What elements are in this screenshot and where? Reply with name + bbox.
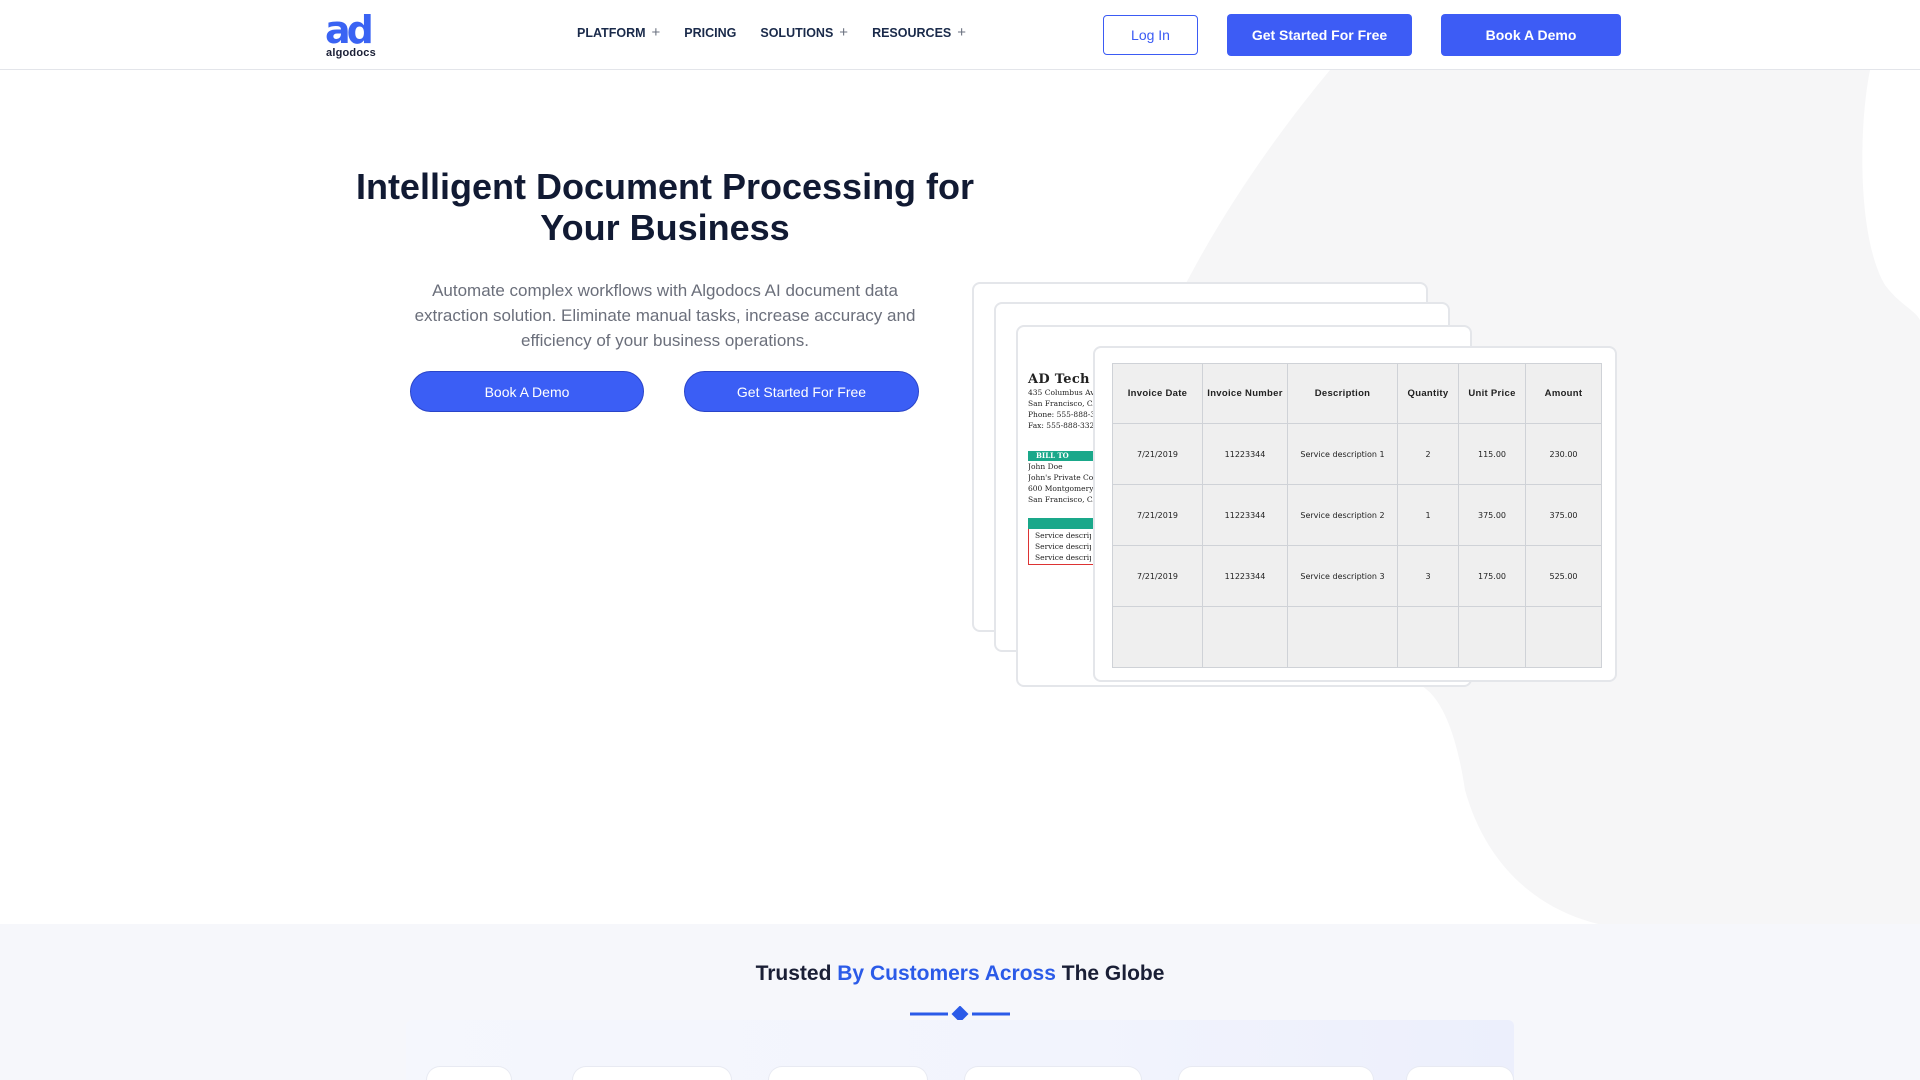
- table-cell: Service description 3: [1287, 545, 1398, 607]
- column-header: Invoice Number: [1202, 363, 1288, 424]
- table-cell: 7/21/2019: [1112, 545, 1203, 607]
- trusted-section: Trusted By Customers Across The Globe: [0, 924, 1920, 1080]
- main-nav: PLATFORM + PRICING SOLUTIONS + RESOURCES…: [577, 24, 990, 41]
- table-cell: 3: [1397, 545, 1459, 607]
- table-row: [1112, 606, 1602, 668]
- invoice-bill-to-label: BILL TO: [1028, 451, 1098, 461]
- table-cell: 7/21/2019: [1112, 423, 1203, 485]
- customer-logo-card: [964, 1066, 1142, 1080]
- trusted-heading-part: The Globe: [1055, 962, 1165, 985]
- get-started-button[interactable]: Get Started For Free: [1227, 14, 1412, 56]
- hero-title: Intelligent Document Processing for Your…: [355, 166, 975, 248]
- extracted-data-table: Invoice Date Invoice Number Description …: [1112, 363, 1602, 668]
- table-cell: Service description 2: [1287, 484, 1398, 546]
- nav-item-resources[interactable]: RESOURCES +: [872, 24, 967, 41]
- table-cell: 11223344: [1202, 423, 1288, 485]
- nav-item-label: SOLUTIONS: [760, 26, 834, 40]
- table-cell: [1397, 606, 1459, 668]
- table-row: 7/21/2019 11223344 Service description 1…: [1112, 423, 1602, 485]
- login-button[interactable]: Log In: [1103, 15, 1198, 55]
- column-header: Unit Price: [1458, 363, 1526, 424]
- table-cell: 525.00: [1525, 545, 1602, 607]
- customer-logo-card: [1178, 1066, 1374, 1080]
- trusted-heading-part: Trusted: [755, 962, 838, 985]
- invoice-service-line: Service description 1: [1035, 531, 1091, 540]
- hero-subtitle: Automate complex workflows with Algodocs…: [414, 281, 916, 350]
- table-cell: 2: [1397, 423, 1459, 485]
- table-cell: [1112, 606, 1203, 668]
- nav-item-pricing[interactable]: PRICING: [684, 26, 736, 40]
- column-header: Invoice Date: [1112, 363, 1203, 424]
- site-header: ad algodocs PLATFORM + PRICING SOLUTIONS…: [0, 0, 1920, 70]
- plus-icon: +: [651, 24, 661, 41]
- nav-item-platform[interactable]: PLATFORM +: [577, 24, 661, 41]
- table-cell: 375.00: [1525, 484, 1602, 546]
- table-cell: 175.00: [1458, 545, 1526, 607]
- invoice-highlight-box: Service description 1 Service descriptio…: [1028, 529, 1098, 565]
- customer-logos-strip: [406, 1020, 1514, 1080]
- table-cell: 1: [1397, 484, 1459, 546]
- table-cell: 11223344: [1202, 545, 1288, 607]
- table-cell: 230.00: [1525, 423, 1602, 485]
- customer-logo-card: [426, 1066, 512, 1080]
- nav-item-solutions[interactable]: SOLUTIONS +: [760, 24, 849, 41]
- customer-logo-card: [572, 1066, 732, 1080]
- table-cell: 7/21/2019: [1112, 484, 1203, 546]
- plus-icon: +: [839, 24, 849, 41]
- customer-logo-card: [768, 1066, 928, 1080]
- invoice-service-line: Service description 2: [1035, 542, 1091, 551]
- table-cell: [1202, 606, 1288, 668]
- extracted-data-card: Invoice Date Invoice Number Description …: [1093, 346, 1617, 682]
- nav-item-label: PRICING: [684, 26, 737, 40]
- table-cell: [1525, 606, 1602, 668]
- invoice-service-line: Service description 3: [1035, 553, 1091, 562]
- table-cell: 375.00: [1458, 484, 1526, 546]
- hero-get-started-button[interactable]: Get Started For Free: [684, 371, 919, 412]
- plus-icon: +: [957, 24, 967, 41]
- trusted-heading-highlight: By Customers Across: [837, 962, 1056, 985]
- column-header: Quantity: [1397, 363, 1459, 424]
- logo-text: algodocs: [326, 47, 376, 59]
- table-cell: Service description 1: [1287, 423, 1398, 485]
- book-demo-button[interactable]: Book A Demo: [1441, 14, 1621, 56]
- table-header-row: Invoice Date Invoice Number Description …: [1112, 363, 1602, 424]
- customer-logo-card: [1406, 1066, 1514, 1080]
- table-cell: [1287, 606, 1398, 668]
- nav-item-label: RESOURCES: [872, 26, 952, 40]
- table-row: 7/21/2019 11223344 Service description 2…: [1112, 484, 1602, 546]
- algodocs-logo[interactable]: ad algodocs: [325, 8, 381, 60]
- column-header: Description: [1287, 363, 1398, 424]
- table-cell: 11223344: [1202, 484, 1288, 546]
- trusted-heading: Trusted By Customers Across The Globe: [0, 962, 1920, 986]
- column-header: Amount: [1525, 363, 1602, 424]
- hero-book-demo-button[interactable]: Book A Demo: [410, 371, 644, 412]
- table-row: 7/21/2019 11223344 Service description 3…: [1112, 545, 1602, 607]
- nav-item-label: PLATFORM: [577, 26, 646, 40]
- table-cell: 115.00: [1458, 423, 1526, 485]
- table-cell: [1458, 606, 1526, 668]
- logo-mark: ad: [325, 8, 374, 52]
- invoice-table-header-bar: [1028, 518, 1098, 529]
